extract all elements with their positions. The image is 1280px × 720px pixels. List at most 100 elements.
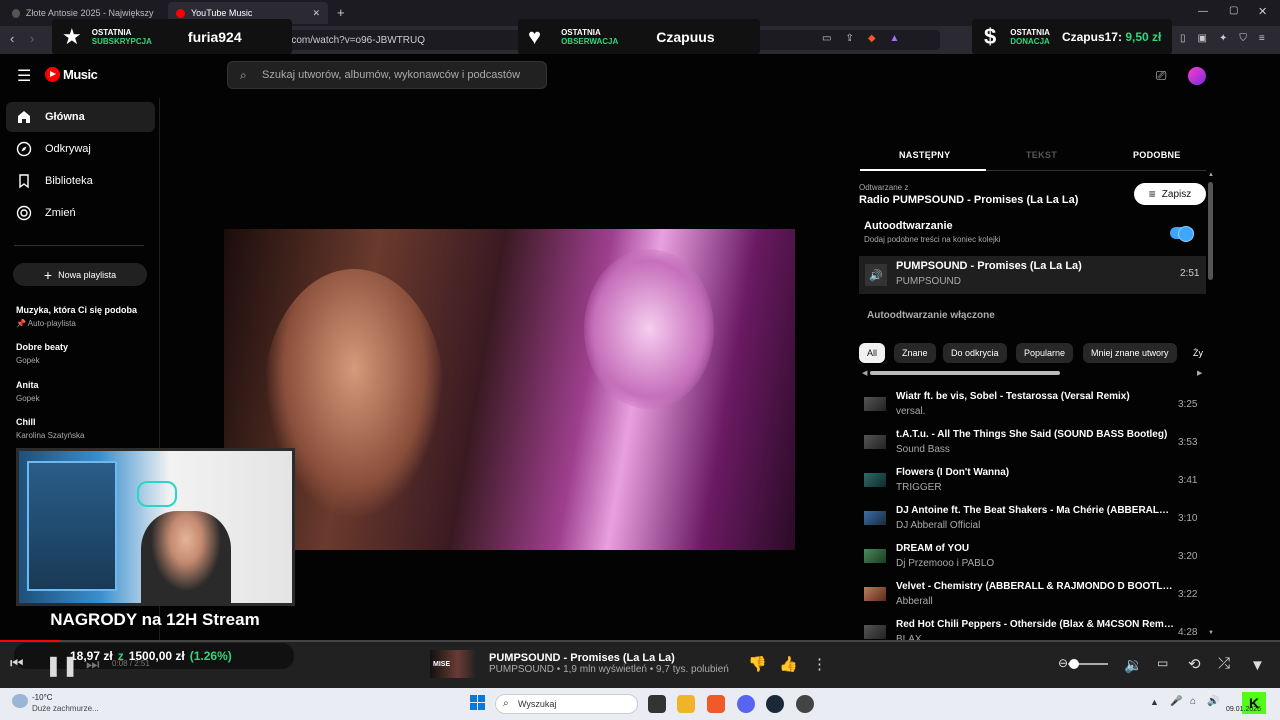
back-icon[interactable]: ‹ <box>10 31 14 46</box>
like-icon[interactable]: 👍 <box>779 655 798 673</box>
playlist-title[interactable]: Chill <box>16 417 36 427</box>
playing-from-title[interactable]: Radio PUMPSOUND - Promises (La La La) <box>859 194 1078 206</box>
queue-thumbnail[interactable] <box>864 625 886 639</box>
queue-title[interactable]: DJ Antoine ft. The Beat Shakers - Ma Ché… <box>896 505 1174 516</box>
queue-artist[interactable]: Abberall <box>896 596 933 607</box>
hamburger-menu-icon[interactable]: ☰ <box>17 66 31 86</box>
taskbar-search[interactable]: ⌕ Wyszukaj <box>495 694 638 714</box>
queue-artist[interactable]: DJ Abberall Official <box>896 520 980 531</box>
close-tab-icon[interactable]: ✕ <box>312 8 320 19</box>
next-track-icon[interactable]: ⏭ <box>86 656 100 673</box>
queue-title[interactable]: t.A.T.u. - All The Things She Said (SOUN… <box>896 429 1174 440</box>
filter-chip[interactable]: Popularne <box>1016 343 1074 363</box>
task-view-icon[interactable] <box>648 695 666 713</box>
playlist-title[interactable]: Anita <box>16 380 39 390</box>
wallet-icon[interactable]: ▣ <box>1198 33 1207 44</box>
weather-description[interactable]: Duże zachmurze... <box>32 704 99 713</box>
sidebar-toggle-icon[interactable]: ▯ <box>1180 33 1186 44</box>
progress-track[interactable] <box>0 640 1280 642</box>
queue-title[interactable]: Wiatr ft. be vis, Sobel - Testarossa (Ve… <box>896 391 1174 402</box>
steam-icon[interactable] <box>766 695 784 713</box>
filter-chip[interactable]: Znane <box>894 343 936 363</box>
player-title[interactable]: PUMPSOUND - Promises (La La La) <box>489 652 675 664</box>
expand-player-icon[interactable]: ▼ <box>1250 657 1265 674</box>
filter-chip[interactable]: Do odkrycia <box>943 343 1007 363</box>
reader-view-icon[interactable]: ▭ <box>822 33 831 47</box>
queue-thumbnail[interactable] <box>864 587 886 601</box>
brave-shield-icon[interactable]: ◆ <box>868 33 876 47</box>
queue-scrollbar[interactable] <box>1208 182 1213 280</box>
volume-icon[interactable]: 🔉 <box>1124 656 1143 674</box>
volume-slider-handle[interactable] <box>1069 659 1079 669</box>
repeat-icon[interactable]: ⟲ <box>1188 655 1201 673</box>
share-icon[interactable]: ⇪ <box>845 33 853 47</box>
previous-track-icon[interactable]: ⏮ <box>10 655 24 672</box>
scroll-down-icon[interactable]: ▼ <box>1208 630 1214 636</box>
dislike-icon[interactable]: 👎 <box>748 655 767 673</box>
tab-lyrics[interactable]: TEKST <box>1026 150 1057 160</box>
new-playlist-button[interactable]: + Nowa playlista <box>13 263 147 286</box>
queue-thumbnail[interactable] <box>864 473 886 487</box>
new-tab-icon[interactable]: + <box>337 5 345 20</box>
playlist-title[interactable]: Muzyka, która Ci się podoba <box>16 305 137 315</box>
more-options-icon[interactable]: ⋮ <box>812 655 827 673</box>
taskbar-date[interactable]: 09.01.2026 <box>1226 706 1261 713</box>
queue-artist[interactable]: Dj Przemooo i PABLO <box>896 558 994 569</box>
microphone-icon[interactable]: 🎤 <box>1170 696 1182 707</box>
discord-icon[interactable] <box>737 695 755 713</box>
queue-artist[interactable]: versal. <box>896 406 925 417</box>
menu-icon[interactable]: ≡ <box>1259 33 1265 44</box>
tab-related[interactable]: PODOBNE <box>1133 150 1181 160</box>
autoplay-toggle[interactable] <box>1170 226 1194 242</box>
chips-scroll-right-icon[interactable]: ▶ <box>1197 369 1202 377</box>
player-subtitle[interactable]: PUMPSOUND • 1,9 mln wyświetleń • 9,7 tys… <box>489 664 729 675</box>
queue-artist[interactable]: TRIGGER <box>896 482 942 493</box>
queue-title[interactable]: Red Hot Chili Peppers - Otherside (Blax … <box>896 619 1174 630</box>
file-explorer-icon[interactable] <box>677 695 695 713</box>
tray-overflow-icon[interactable]: ▲ <box>1150 697 1159 707</box>
search-input[interactable]: ⌕ Szukaj utworów, albumów, wykonawców i … <box>227 61 547 89</box>
now-playing-row[interactable]: 🔊 PUMPSOUND - Promises (La La La) PUMPSO… <box>859 256 1206 294</box>
network-icon[interactable]: ⌂ <box>1190 696 1196 707</box>
queue-thumbnail[interactable] <box>864 511 886 525</box>
weather-icon[interactable] <box>12 694 28 708</box>
windows-start-icon[interactable] <box>470 695 486 711</box>
queue-thumbnail[interactable] <box>864 397 886 411</box>
cast-icon[interactable]: ⎚ <box>1156 68 1166 84</box>
sidebar-item-home[interactable]: Główna <box>6 102 155 132</box>
sidebar-item-explore[interactable]: Odkrywaj <box>6 134 155 164</box>
vpn-shield-icon[interactable]: ⛉ <box>1239 33 1247 44</box>
app-logo-text[interactable]: Music <box>63 67 98 82</box>
weather-temp[interactable]: -10°C <box>32 693 53 702</box>
brave-browser-icon[interactable] <box>707 695 725 713</box>
forward-icon[interactable]: › <box>30 31 34 46</box>
queue-title[interactable]: Velvet - Chemistry (ABBERALL & RAJMONDO … <box>896 581 1174 592</box>
avatar[interactable] <box>1188 67 1206 85</box>
shuffle-icon[interactable]: ⤮ <box>1218 655 1230 672</box>
minimize-icon[interactable]: — <box>1198 6 1208 17</box>
speaker-tray-icon[interactable]: 🔊 <box>1207 696 1219 707</box>
filter-chip-all[interactable]: All <box>859 343 886 363</box>
queue-thumbnail[interactable] <box>864 435 886 449</box>
captions-icon[interactable]: ▭ <box>1157 656 1168 670</box>
queue-title[interactable]: Flowers (I Don't Wanna) <box>896 467 1174 478</box>
leo-ai-icon[interactable]: ✦ <box>1219 33 1227 44</box>
queue-title[interactable]: DREAM of YOU <box>896 543 1174 554</box>
scroll-up-icon[interactable]: ▲ <box>1208 172 1214 178</box>
save-queue-button[interactable]: ≡ Zapisz <box>1134 183 1206 205</box>
close-window-icon[interactable]: ✕ <box>1258 5 1267 18</box>
filter-chip[interactable]: Mniej znane utwory <box>1083 343 1177 363</box>
chips-scroll-left-icon[interactable]: ◀ <box>862 369 867 377</box>
obs-icon[interactable] <box>796 695 814 713</box>
tab-up-next[interactable]: NASTĘPNY <box>899 150 950 160</box>
maximize-icon[interactable]: ▢ <box>1229 5 1238 16</box>
chips-scrollbar[interactable] <box>870 371 1060 375</box>
filter-chip[interactable]: Ży <box>1187 343 1206 363</box>
sidebar-item-upgrade[interactable]: Zmień <box>6 198 155 228</box>
pause-icon[interactable]: ❚❚ <box>45 653 79 678</box>
now-playing-thumbnail[interactable]: MISE <box>430 650 476 678</box>
queue-thumbnail[interactable] <box>864 549 886 563</box>
sidebar-item-library[interactable]: Biblioteka <box>6 166 155 196</box>
brave-rewards-icon[interactable]: ▲ <box>890 33 900 47</box>
video-player[interactable] <box>224 229 795 550</box>
